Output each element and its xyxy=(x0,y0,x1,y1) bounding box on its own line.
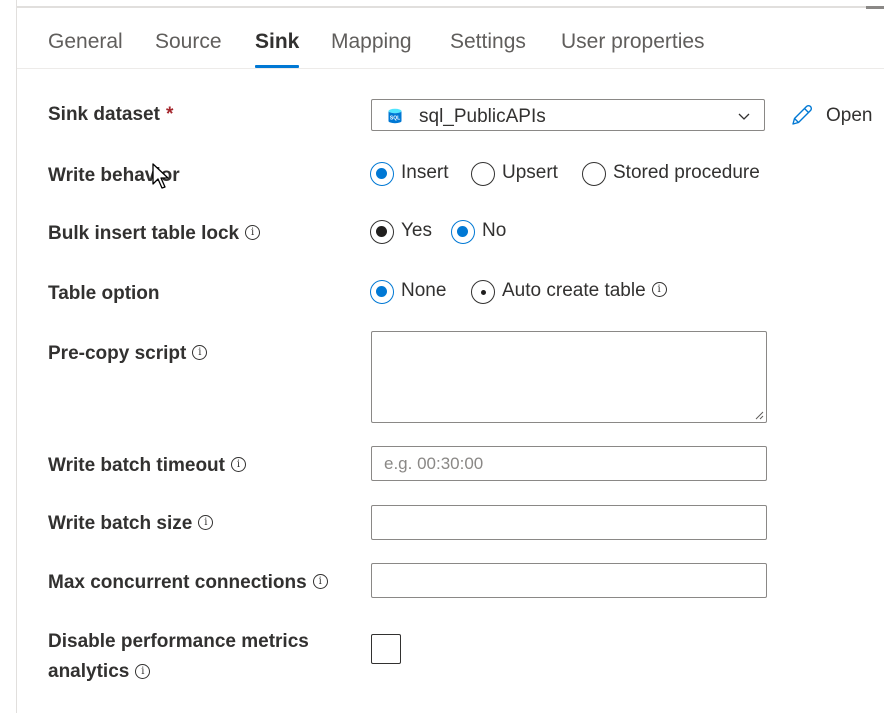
auto-create-table-text: Auto create table xyxy=(502,280,646,301)
write-batch-size-text: Write batch size xyxy=(48,513,193,534)
table-option-label: Table option xyxy=(48,283,160,304)
max-concurrent-connections-input[interactable] xyxy=(371,563,767,598)
write-batch-timeout-input[interactable]: e.g. 00:30:00 xyxy=(371,446,767,481)
info-icon[interactable]: i xyxy=(192,345,208,360)
disable-performance-metrics-checkbox[interactable] xyxy=(371,634,401,664)
disable-performance-metrics-line2: analytics xyxy=(48,661,130,682)
radio-no-label: No xyxy=(482,220,507,241)
tab-source[interactable]: Source xyxy=(155,30,222,69)
radio-insert-circle xyxy=(370,162,394,186)
radio-upsert-label: Upsert xyxy=(502,162,558,183)
sql-database-icon: SQL xyxy=(388,108,402,124)
tab-sink[interactable]: Sink xyxy=(255,30,300,69)
write-batch-size-label: Write batch size i xyxy=(48,513,214,535)
required-marker: * xyxy=(165,104,174,125)
info-icon[interactable]: i xyxy=(651,282,667,297)
tabs-divider xyxy=(17,68,884,69)
max-concurrent-connections-text: Max concurrent connections xyxy=(48,572,307,593)
sink-dataset-dropdown[interactable]: SQL sql_PublicAPIs xyxy=(371,99,765,131)
info-icon[interactable]: i xyxy=(135,664,151,679)
pre-copy-script-label: Pre-copy script i xyxy=(48,343,208,365)
radio-yes-label: Yes xyxy=(401,220,432,241)
disable-performance-metrics-line1: Disable performance metrics xyxy=(48,631,309,652)
resize-grip-icon[interactable] xyxy=(754,410,764,420)
bulk-insert-table-lock-label: Bulk insert table lock i xyxy=(48,223,261,245)
pencil-icon xyxy=(792,104,813,125)
sink-dataset-label-text: Sink dataset xyxy=(48,104,160,125)
info-icon[interactable]: i xyxy=(198,515,214,530)
info-icon[interactable]: i xyxy=(245,225,261,240)
tab-general[interactable]: General xyxy=(48,30,123,69)
panel-top-border xyxy=(16,6,884,8)
write-batch-size-input[interactable] xyxy=(371,505,767,540)
info-icon[interactable]: i xyxy=(312,574,328,589)
write-batch-timeout-text: Write batch timeout xyxy=(48,455,225,476)
pre-copy-script-text: Pre-copy script xyxy=(48,343,187,364)
max-concurrent-connections-label: Max concurrent connections i xyxy=(48,572,328,594)
radio-insert-label: Insert xyxy=(401,162,449,183)
tab-settings[interactable]: Settings xyxy=(450,30,526,69)
radio-yes-circle xyxy=(370,220,394,244)
radio-none-circle xyxy=(370,280,394,304)
radio-none-label: None xyxy=(401,280,447,301)
write-batch-timeout-label: Write batch timeout i xyxy=(48,455,246,477)
mouse-cursor-icon xyxy=(152,163,169,189)
tab-sink-label: Sink xyxy=(255,30,300,53)
radio-auto-create-table-circle xyxy=(471,280,495,304)
radio-stored-procedure-circle xyxy=(582,162,606,186)
sink-dataset-label: Sink dataset * xyxy=(48,104,173,126)
panel-left-border xyxy=(16,0,17,713)
pre-copy-script-textarea[interactable] xyxy=(371,331,767,423)
radio-stored-procedure-label: Stored procedure xyxy=(613,162,760,183)
svg-text:SQL: SQL xyxy=(390,116,400,122)
radio-upsert-circle xyxy=(471,162,495,186)
radio-auto-create-table-label: Auto create table i xyxy=(502,280,667,302)
radio-no-circle xyxy=(451,220,475,244)
sink-dataset-value: sql_PublicAPIs xyxy=(419,106,546,127)
disable-performance-metrics-label: Disable performance metrics analytics i xyxy=(48,627,309,687)
panel-corner-mark xyxy=(866,6,884,9)
write-batch-timeout-placeholder: e.g. 00:30:00 xyxy=(384,454,484,473)
tab-mapping[interactable]: Mapping xyxy=(331,30,412,69)
chevron-down-icon xyxy=(738,113,750,120)
bulk-insert-table-lock-text: Bulk insert table lock xyxy=(48,223,240,244)
tab-user-properties[interactable]: User properties xyxy=(561,30,705,69)
open-label: Open xyxy=(826,105,873,126)
info-icon[interactable]: i xyxy=(231,457,246,472)
disable-performance-metrics-line2-wrap: analytics i xyxy=(48,657,309,687)
